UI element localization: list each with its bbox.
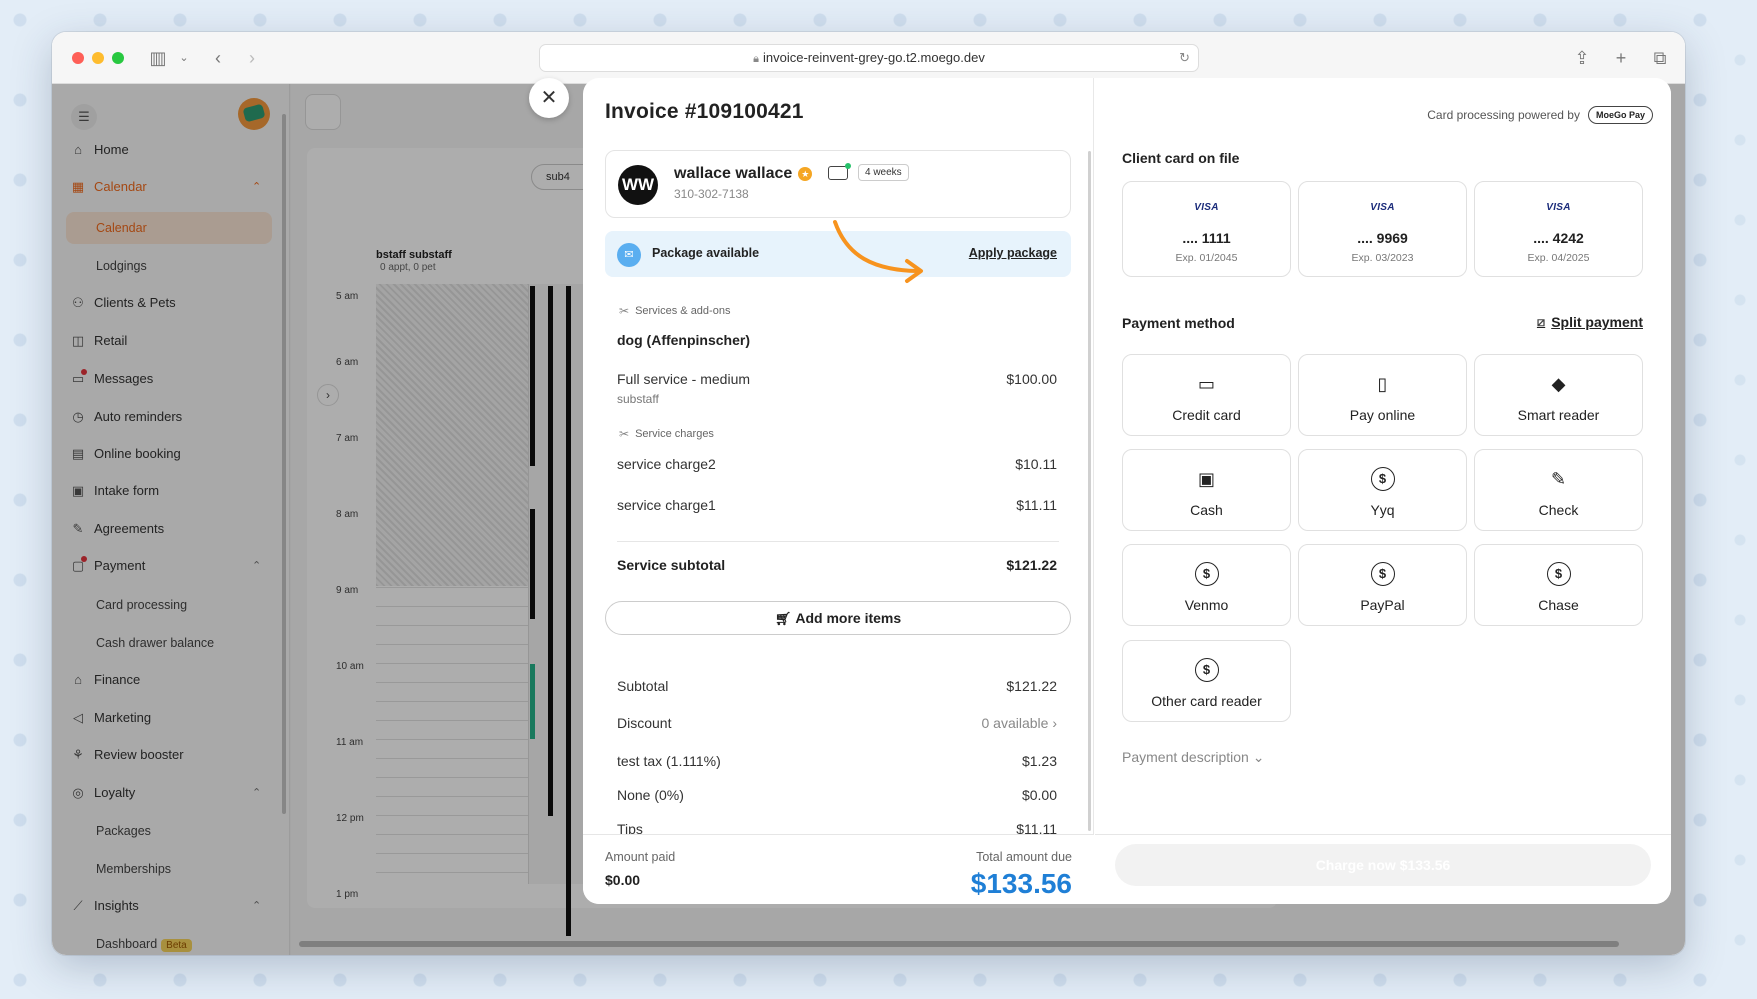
- powered-by: Card processing powered by MoeGo Pay: [1427, 106, 1653, 124]
- share-icon[interactable]: ⇪: [1570, 46, 1594, 70]
- client-phone: 310-302-7138: [674, 187, 749, 201]
- maximize-window-button[interactable]: [112, 52, 124, 64]
- summary-subtotal-row: Subtotal $121.22: [617, 678, 1057, 694]
- summary-tax-row: test tax (1.111%) $1.23: [617, 753, 1057, 769]
- lock-icon: 🔒︎: [753, 53, 759, 65]
- card-on-file-icon: [828, 163, 851, 180]
- summary-tax-row: None (0%) $0.00: [617, 787, 1057, 803]
- cart-icon: 🛒︎: [774, 611, 792, 626]
- card-number: .... 4242: [1533, 230, 1584, 246]
- card-expiry: Exp. 01/2045: [1175, 252, 1238, 264]
- service-staff: substaff: [617, 392, 659, 406]
- close-icon: ✕: [540, 87, 558, 109]
- invoice-details-pane: Invoice #109100421 WW wallace wallace ★ 4…: [583, 78, 1094, 904]
- package-available-text: Package available: [652, 246, 760, 260]
- method-yyq[interactable]: $ Yyq: [1298, 449, 1467, 531]
- method-venmo[interactable]: $ Venmo: [1122, 544, 1291, 626]
- smart-reader-icon: ◆: [1551, 373, 1566, 394]
- scissors-icon: ✂: [619, 304, 630, 318]
- chevron-down-icon: ⌄: [1252, 749, 1265, 765]
- chevron-right-icon: ›: [1052, 715, 1057, 731]
- payment-pane: Card processing powered by MoeGo Pay Clie…: [1095, 78, 1671, 904]
- card-expiry: Exp. 04/2025: [1527, 252, 1590, 264]
- total-due-value: $133.56: [970, 868, 1072, 899]
- dollar-circle-icon: $: [1546, 562, 1571, 586]
- cash-icon: ▣: [1197, 468, 1215, 489]
- invoice-scrollbar[interactable]: [1088, 151, 1091, 831]
- tabs-overview-icon[interactable]: ⧉: [1648, 46, 1672, 70]
- visa-logo: VISA: [1546, 202, 1571, 213]
- pet-name: dog (Affenpinscher): [617, 332, 750, 348]
- divider: [617, 541, 1059, 542]
- url-text: invoice-reinvent-grey-go.t2.moego.dev: [763, 50, 985, 65]
- method-pay-online[interactable]: ▯ Pay online: [1298, 354, 1467, 436]
- close-modal-button[interactable]: ✕: [529, 78, 569, 118]
- method-smart-reader[interactable]: ◆ Smart reader: [1474, 354, 1643, 436]
- avatar: WW: [618, 165, 658, 205]
- forward-icon[interactable]: ›: [240, 46, 264, 70]
- client-card[interactable]: WW wallace wallace ★ 4 weeks 310-302-7138: [605, 150, 1071, 218]
- dollar-circle-icon: $: [1370, 562, 1395, 586]
- credit-card-icon: ▭: [1197, 373, 1215, 394]
- method-chase[interactable]: $ Chase: [1474, 544, 1643, 626]
- close-window-button[interactable]: [72, 52, 84, 64]
- pay-online-icon: ▯: [1377, 373, 1388, 394]
- charge-line[interactable]: service charge1 $11.11: [617, 497, 1057, 513]
- card-expiry: Exp. 03/2023: [1351, 252, 1414, 264]
- charge-now-button[interactable]: Charge now $133.56: [1115, 844, 1651, 886]
- orange-arrow-annotation: [833, 220, 923, 283]
- visa-logo: VISA: [1194, 202, 1219, 213]
- browser-titlebar: ▥ ⌄ ‹ › 🔒︎ invoice-reinvent-grey-go.t2.mo…: [52, 32, 1685, 84]
- card-number: .... 9969: [1357, 230, 1408, 246]
- amount-paid-label: Amount paid: [605, 850, 676, 864]
- client-name[interactable]: wallace wallace ★: [674, 165, 813, 183]
- minimize-window-button[interactable]: [92, 52, 104, 64]
- scissors-icon: ✂: [619, 427, 630, 441]
- saved-card-tile[interactable]: VISA .... 1111 Exp. 01/2045: [1122, 181, 1291, 277]
- dollar-circle-icon: $: [1194, 658, 1219, 682]
- saved-card-tile[interactable]: VISA .... 4242 Exp. 04/2025: [1474, 181, 1643, 277]
- reload-icon[interactable]: ↻: [1179, 45, 1190, 71]
- dollar-circle-icon: $: [1370, 467, 1395, 491]
- charges-section-label: ✂ Service charges: [619, 427, 714, 441]
- method-other-card-reader[interactable]: $ Other card reader: [1122, 640, 1291, 722]
- summary-discount-row[interactable]: Discount 0 available ›: [617, 715, 1057, 731]
- back-icon[interactable]: ‹: [206, 46, 230, 70]
- service-subtotal-row: Service subtotal $121.22: [617, 557, 1057, 573]
- method-check[interactable]: ✎ Check: [1474, 449, 1643, 531]
- saved-card-tile[interactable]: VISA .... 9969 Exp. 03/2023: [1298, 181, 1467, 277]
- vip-badge-icon: ★: [798, 166, 813, 181]
- method-cash[interactable]: ▣ Cash: [1122, 449, 1291, 531]
- sidebar-toggle-icon[interactable]: ▥: [146, 46, 170, 70]
- total-due-label: Total amount due: [976, 850, 1072, 864]
- invoice-footer: Amount paid $0.00 Total amount due $133.…: [583, 834, 1094, 904]
- new-tab-icon[interactable]: +: [1609, 46, 1633, 70]
- split-payment-link[interactable]: ⧄ Split payment: [1537, 314, 1643, 330]
- payment-method-label: Payment method: [1122, 315, 1235, 331]
- invoice-modal: Invoice #109100421 WW wallace wallace ★ 4…: [583, 78, 1671, 904]
- apply-package-link[interactable]: Apply package: [969, 246, 1057, 260]
- chevron-down-icon[interactable]: ⌄: [172, 46, 196, 70]
- amount-paid-value: $0.00: [605, 872, 641, 888]
- services-section-label: ✂ Services & add-ons: [619, 304, 731, 318]
- browser-window: ▥ ⌄ ‹ › 🔒︎ invoice-reinvent-grey-go.t2.mo…: [52, 32, 1685, 955]
- card-number: .... 1111: [1182, 230, 1231, 246]
- payment-description-toggle[interactable]: Payment description ⌄: [1122, 749, 1264, 766]
- card-on-file-label: Client card on file: [1122, 150, 1240, 166]
- address-bar[interactable]: 🔒︎ invoice-reinvent-grey-go.t2.moego.dev …: [539, 44, 1199, 72]
- service-line[interactable]: Full service - medium $100.00: [617, 371, 1057, 387]
- split-icon: ⧄: [1536, 314, 1546, 329]
- check-icon: ✎: [1550, 468, 1567, 489]
- invoice-title: Invoice #109100421: [605, 100, 804, 123]
- frequency-badge: 4 weeks: [858, 164, 909, 181]
- moego-pay-logo: MoeGo Pay: [1587, 106, 1653, 124]
- visa-logo: VISA: [1370, 202, 1395, 213]
- package-icon: ✉: [617, 243, 641, 267]
- method-paypal[interactable]: $ PayPal: [1298, 544, 1467, 626]
- charge-line[interactable]: service charge2 $10.11: [617, 456, 1057, 472]
- add-more-items-button[interactable]: 🛒︎ Add more items: [605, 601, 1071, 635]
- dollar-circle-icon: $: [1194, 562, 1219, 586]
- divider: [1095, 834, 1671, 835]
- method-credit-card[interactable]: ▭ Credit card: [1122, 354, 1291, 436]
